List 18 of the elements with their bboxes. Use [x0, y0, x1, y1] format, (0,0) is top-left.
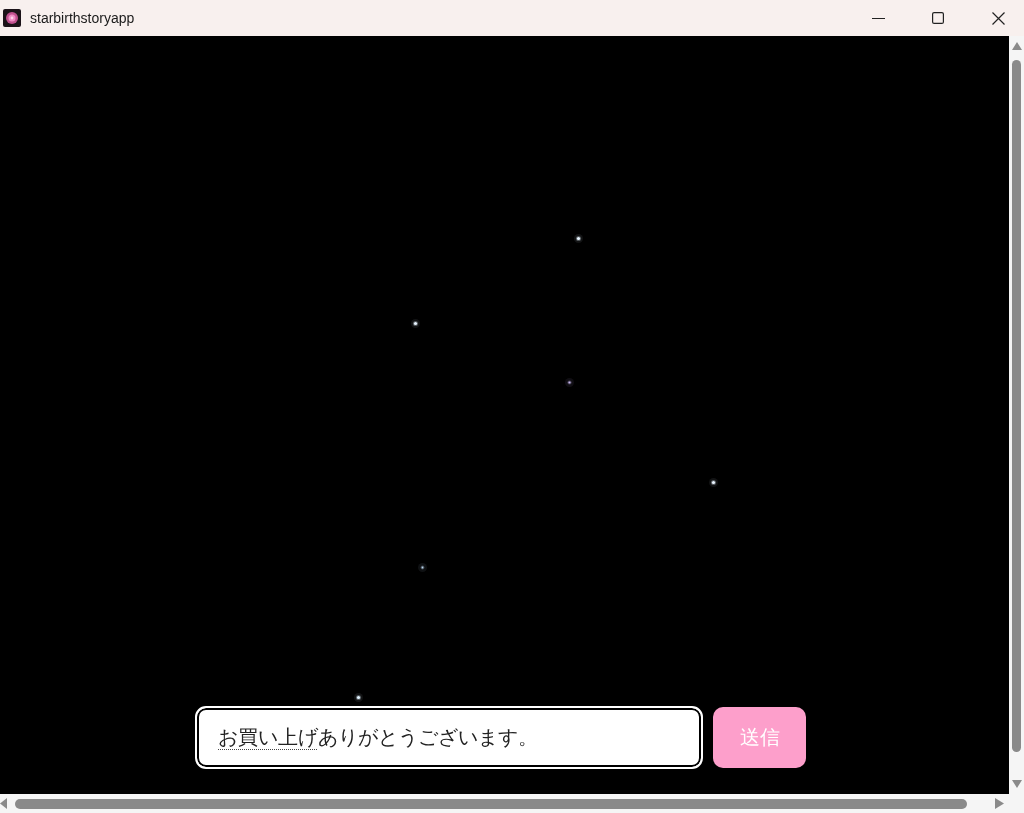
up-arrow-icon[interactable]: [1011, 42, 1022, 50]
star-icon: [564, 377, 574, 387]
star-icon: [708, 477, 718, 487]
maximize-icon: [932, 12, 944, 24]
star-icon: [573, 233, 583, 243]
left-arrow-icon[interactable]: [0, 798, 7, 809]
window-title: starbirthstoryapp: [30, 10, 136, 26]
star-icon: [417, 562, 427, 572]
scrollbar-thumb[interactable]: [15, 798, 967, 809]
down-arrow-icon[interactable]: [1011, 780, 1022, 788]
close-icon: [991, 11, 1005, 25]
star-icon: [353, 692, 363, 702]
flower-icon: [3, 9, 21, 27]
star-icon: [410, 318, 420, 328]
minimize-icon: [871, 17, 885, 19]
scrollbar-thumb[interactable]: [1012, 60, 1021, 752]
message-input[interactable]: お買い上げありがとうございます。: [195, 706, 703, 769]
right-arrow-icon[interactable]: [995, 798, 1004, 809]
